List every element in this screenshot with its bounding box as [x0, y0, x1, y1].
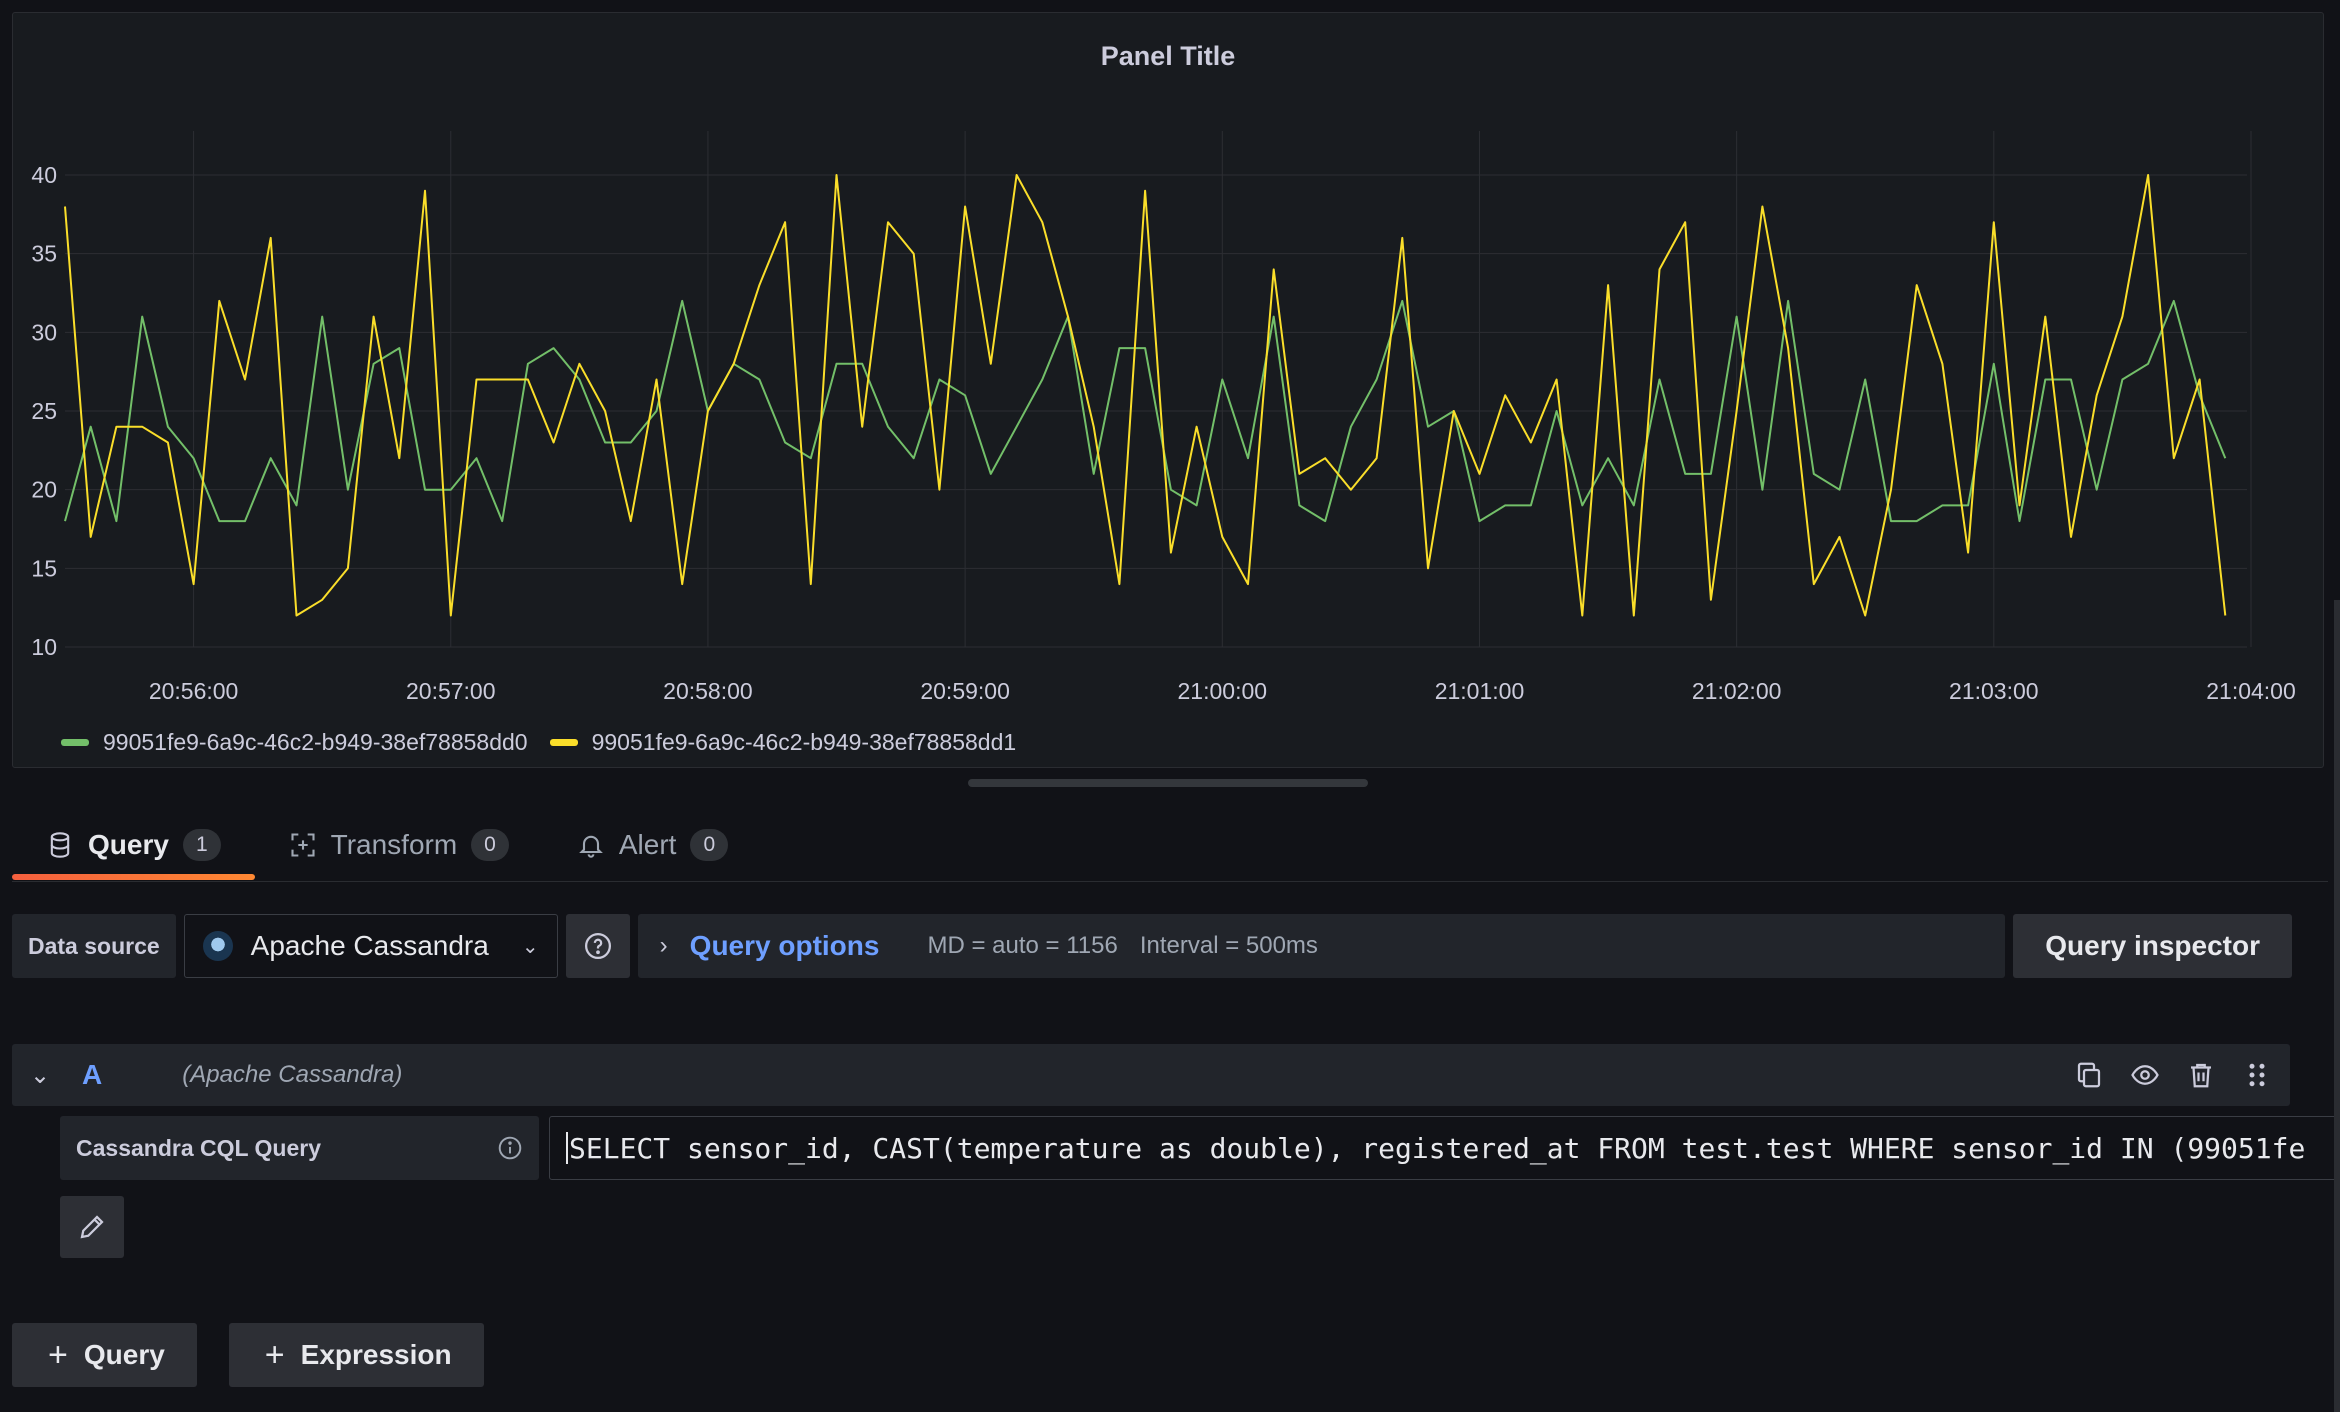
panel-title[interactable]: Panel Title	[13, 41, 2323, 72]
timeseries-chart: 10 15 20 25 30 35 40 20:56:00 20:57:00 20:58:00 20…	[31, 131, 2296, 704]
x-tick-label: 21:03:00	[1949, 678, 2039, 704]
drag-handle-icon[interactable]	[2242, 1060, 2272, 1090]
datasource-selected: Apache Cassandra	[250, 930, 489, 961]
transform-icon	[291, 833, 315, 857]
datasource-help-button[interactable]	[565, 914, 630, 978]
max-datapoints-info: MD = auto = 1156	[927, 932, 1118, 959]
cql-query-label-text: Cassandra CQL Query	[76, 1134, 322, 1161]
edit-query-button[interactable]	[60, 1196, 124, 1258]
legend-item-series-0[interactable]: 99051fe9-6a9c-46c2-b949-38ef78858dd0	[61, 729, 528, 756]
chevron-down-icon: ⌄	[521, 935, 539, 958]
legend-label: 99051fe9-6a9c-46c2-b949-38ef78858dd1	[591, 729, 1017, 755]
add-query-label: Query	[83, 1339, 165, 1370]
y-tick-label: 15	[31, 555, 57, 581]
x-tick-label: 20:57:00	[406, 678, 496, 704]
tab-label: Alert	[618, 829, 677, 860]
query-row-header[interactable]: ⌄ A (Apache Cassandra)	[12, 1044, 2290, 1106]
y-tick-label: 40	[31, 162, 57, 188]
chart-legend: 99051fe9-6a9c-46c2-b949-38ef78858dd0 990…	[61, 729, 1016, 756]
tab-query[interactable]: Query 1	[12, 816, 255, 880]
page-scrollbar[interactable]	[2334, 600, 2340, 1412]
series-line-1	[64, 174, 2227, 617]
database-icon	[50, 832, 70, 858]
add-expression-label: Expression	[300, 1339, 452, 1370]
query-options-bar[interactable]: › Query options MD = auto = 1156 Interva…	[637, 914, 2006, 978]
datasource-label: Data source	[12, 914, 176, 978]
query-row-actions	[2074, 1060, 2272, 1090]
question-circle-icon	[584, 933, 611, 959]
y-tick-label: 35	[31, 241, 57, 267]
tab-transform[interactable]: Transform 0	[255, 816, 543, 874]
cql-query-row: Cassandra CQL Query SELECT sensor_id, CA…	[60, 1116, 2340, 1180]
legend-item-series-1[interactable]: 99051fe9-6a9c-46c2-b949-38ef78858dd1	[549, 729, 1017, 756]
graph-panel: 10 15 20 25 30 35 40 20:56:00 20:57:00 20:58:00 20…	[12, 12, 2324, 768]
cql-query-label: Cassandra CQL Query	[60, 1116, 539, 1180]
x-tick-label: 21:02:00	[1692, 678, 1782, 704]
query-inspector-button[interactable]: Query inspector	[2013, 914, 2292, 978]
cql-query-input[interactable]: SELECT sensor_id, CAST(temperature as do…	[549, 1116, 2340, 1180]
x-tick-label: 21:04:00	[2206, 678, 2296, 704]
collapse-chevron-icon[interactable]: ⌄	[30, 1061, 60, 1090]
add-query-button[interactable]: + Query	[12, 1323, 197, 1387]
y-tick-label: 20	[31, 477, 57, 503]
interval-info: Interval = 500ms	[1139, 932, 1318, 959]
bell-icon	[578, 835, 603, 858]
tab-count-badge: 0	[471, 829, 509, 861]
x-tick-label: 21:01:00	[1435, 678, 1525, 704]
chevron-right-icon: ›	[659, 932, 668, 959]
legend-label: 99051fe9-6a9c-46c2-b949-38ef78858dd0	[103, 729, 528, 755]
legend-swatch-yellow	[549, 739, 578, 746]
tab-alert[interactable]: Alert 0	[543, 816, 762, 874]
eye-icon[interactable]	[2130, 1060, 2160, 1090]
cassandra-logo-icon	[202, 931, 233, 961]
tab-count-badge: 1	[182, 829, 221, 861]
tab-label: Query	[88, 829, 169, 860]
query-datasource-name: (Apache Cassandra)	[182, 1061, 403, 1088]
query-options-title[interactable]: Query options	[690, 930, 880, 962]
trash-icon[interactable]	[2186, 1060, 2216, 1090]
tab-label: Transform	[330, 829, 458, 860]
y-tick-label: 30	[31, 319, 57, 345]
cql-query-text: SELECT sensor_id, CAST(temperature as do…	[569, 1131, 2306, 1165]
add-expression-button[interactable]: + Expression	[228, 1323, 484, 1387]
editor-tabs: Query 1 Transform 0 Alert 0	[12, 816, 762, 880]
datasource-picker[interactable]: Apache Cassandra ⌄	[183, 914, 558, 978]
x-tick-label: 20:56:00	[149, 678, 239, 704]
plus-icon: +	[48, 1335, 68, 1374]
info-circle-icon[interactable]	[497, 1135, 523, 1161]
x-tick-label: 21:00:00	[1178, 678, 1268, 704]
legend-swatch-green	[61, 739, 89, 746]
plus-icon: +	[264, 1335, 285, 1374]
tabs-divider	[12, 881, 2328, 882]
x-tick-label: 20:58:00	[663, 678, 753, 704]
add-buttons: + Query + Expression	[12, 1323, 484, 1387]
copy-icon[interactable]	[2074, 1060, 2104, 1090]
datasource-row: Data source Apache Cassandra ⌄ › Query o…	[12, 914, 2292, 978]
query-ref-id[interactable]: A	[82, 1059, 102, 1091]
text-cursor	[566, 1132, 568, 1164]
y-tick-label: 10	[31, 634, 57, 660]
x-tick-label: 20:59:00	[920, 678, 1010, 704]
panel-resize-handle[interactable]	[968, 779, 1368, 787]
y-tick-label: 25	[31, 398, 57, 424]
tab-count-badge: 0	[690, 829, 729, 861]
pencil-icon	[80, 1215, 104, 1239]
